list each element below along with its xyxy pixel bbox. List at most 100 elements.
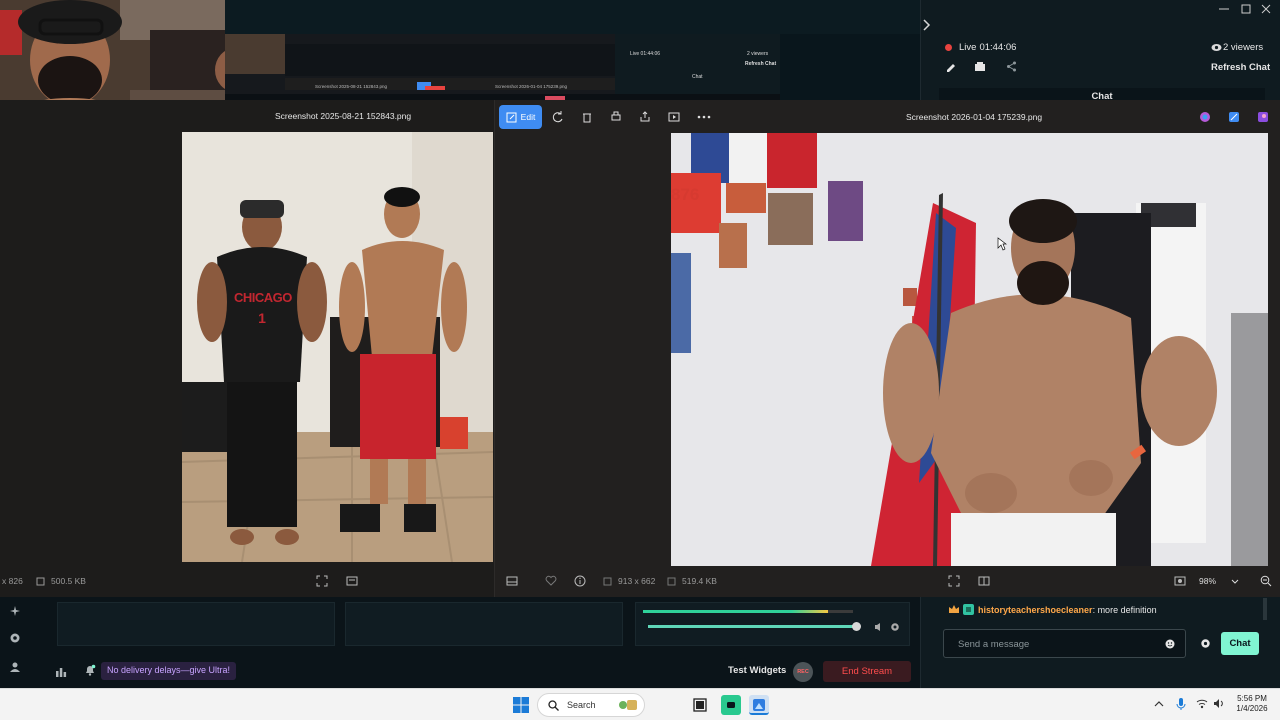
sparkle-nav-icon[interactable] bbox=[9, 605, 21, 617]
stream-info-icon[interactable] bbox=[974, 61, 986, 72]
volume-slider-handle[interactable] bbox=[852, 622, 861, 631]
chat-message: historyteachershoecleaner: more definiti… bbox=[978, 605, 1157, 615]
emoji-icon[interactable] bbox=[1165, 639, 1175, 649]
title-bar bbox=[225, 0, 920, 34]
more-options-icon[interactable] bbox=[691, 105, 717, 129]
audio-settings-icon[interactable] bbox=[890, 622, 900, 632]
chat-text: : more definition bbox=[1092, 605, 1157, 615]
nested-chat: Chat bbox=[692, 74, 703, 80]
share-photo-icon[interactable] bbox=[632, 105, 658, 129]
test-widgets-button[interactable]: Test Widgets bbox=[728, 665, 786, 676]
left-viewer-title: Screenshot 2025-08-21 152843.png bbox=[275, 111, 412, 121]
edit-label: Edit bbox=[520, 112, 536, 122]
chat-input[interactable]: Send a message bbox=[943, 629, 1186, 658]
file-size-icon bbox=[36, 577, 45, 585]
right-size: 519.4 KB bbox=[682, 576, 717, 586]
crown-badge-icon bbox=[948, 604, 960, 614]
photos-app-icon[interactable] bbox=[749, 695, 769, 715]
left-file-size: 500.5 KB bbox=[36, 576, 86, 586]
chevron-down-icon bbox=[1231, 579, 1239, 584]
volume-slider[interactable] bbox=[648, 625, 858, 628]
search-icon bbox=[548, 699, 559, 711]
poster-text: 876 bbox=[671, 185, 700, 204]
edit-button[interactable]: Edit bbox=[499, 105, 542, 129]
volume-icon[interactable] bbox=[1213, 698, 1225, 709]
right-dimensions: 913 x 662 bbox=[618, 576, 656, 586]
start-button-icon[interactable] bbox=[513, 697, 529, 713]
file-size-icon bbox=[667, 577, 676, 585]
streamlabs-app-icon[interactable] bbox=[721, 695, 741, 715]
nested-live-text: Live 01:44:06 bbox=[630, 51, 661, 57]
clipchamp-icon[interactable] bbox=[1257, 111, 1269, 123]
photo-flexing-man: 876 bbox=[671, 133, 1268, 566]
zoom-value: 98% bbox=[1199, 576, 1217, 586]
live-dot-icon bbox=[945, 44, 952, 51]
edit-pencil-icon[interactable] bbox=[945, 61, 956, 72]
profile-icon[interactable] bbox=[9, 661, 21, 673]
edit-icon bbox=[506, 112, 517, 122]
search-highlight-icon bbox=[619, 700, 637, 710]
chat-badge-icon bbox=[963, 604, 974, 615]
right-dimensions-item: 913 x 662 bbox=[603, 576, 655, 586]
photos-viewer-left: Screenshot 2025-08-21 152843.png CHICAGO… bbox=[0, 100, 500, 597]
designer-icon[interactable] bbox=[1228, 111, 1240, 123]
right-viewer-footer: 913 x 662 519.4 KB 98% bbox=[495, 565, 1280, 597]
collapse-arrow-icon[interactable] bbox=[921, 18, 933, 32]
chat-send-button[interactable]: Chat bbox=[1221, 632, 1259, 655]
audio-mixer-panel bbox=[635, 602, 910, 646]
windows-taskbar: Search 5:56 PM 1/4/2026 bbox=[0, 688, 1280, 720]
nested-viewers: 2 viewers bbox=[747, 51, 769, 57]
left-dimensions: x 826 bbox=[2, 576, 23, 586]
ultra-promo-banner[interactable]: No delivery delays—give Ultra! bbox=[101, 662, 237, 680]
end-stream-button[interactable]: End Stream bbox=[823, 661, 911, 682]
slideshow-icon[interactable] bbox=[661, 105, 687, 129]
jersey-text: CHICAGO bbox=[234, 290, 292, 305]
settings-gear-icon[interactable] bbox=[9, 632, 21, 644]
zoom-dropdown[interactable]: 98% bbox=[1193, 572, 1245, 590]
microphone-icon[interactable] bbox=[1176, 697, 1186, 711]
tray-chevron-icon[interactable] bbox=[1154, 700, 1164, 708]
delete-icon[interactable] bbox=[574, 105, 600, 129]
zoom-out-icon[interactable] bbox=[1260, 575, 1272, 587]
jersey-number: 1 bbox=[258, 310, 266, 326]
photos-viewer-right: Edit Screenshot 2026-01-04 175239.png 87… bbox=[494, 100, 1280, 597]
close-icon[interactable] bbox=[1259, 2, 1273, 16]
info-icon[interactable] bbox=[574, 575, 586, 587]
scenes-panel bbox=[57, 602, 335, 646]
nested-title-right: Screenshot 2026-01-04 175239.png bbox=[495, 84, 568, 89]
filmstrip-toggle-icon[interactable] bbox=[506, 575, 518, 587]
task-view-icon[interactable] bbox=[690, 695, 710, 715]
left-viewer-footer: x 826 500.5 KB bbox=[0, 565, 500, 597]
refresh-chat-button[interactable]: Refresh Chat bbox=[1211, 62, 1270, 73]
favorite-heart-icon[interactable] bbox=[545, 575, 557, 586]
print-icon[interactable] bbox=[603, 105, 629, 129]
minimize-icon[interactable] bbox=[1217, 2, 1231, 16]
wifi-icon[interactable] bbox=[1196, 698, 1208, 709]
rec-button[interactable]: REC bbox=[793, 662, 813, 682]
chat-settings-icon[interactable] bbox=[1200, 638, 1211, 649]
taskbar-search-text: Search bbox=[567, 700, 596, 710]
actual-size-icon[interactable] bbox=[1174, 575, 1186, 587]
chat-scrollbar[interactable] bbox=[1263, 598, 1267, 620]
fit-screen-icon[interactable] bbox=[316, 575, 328, 587]
taskbar-search[interactable]: Search bbox=[537, 693, 645, 717]
filmstrip-icon[interactable] bbox=[346, 575, 358, 587]
left-size-text: 500.5 KB bbox=[51, 576, 86, 586]
stats-bars-icon[interactable] bbox=[55, 666, 67, 677]
notification-bell-icon[interactable] bbox=[84, 664, 96, 676]
sources-panel bbox=[345, 602, 623, 646]
live-label: Live bbox=[959, 42, 977, 53]
fit-screen-icon[interactable] bbox=[948, 575, 960, 587]
maximize-icon[interactable] bbox=[1239, 2, 1253, 16]
rotate-icon[interactable] bbox=[545, 105, 571, 129]
clock[interactable]: 5:56 PM 1/4/2026 bbox=[1232, 694, 1272, 714]
speaker-icon[interactable] bbox=[874, 622, 885, 632]
nested-stream-preview: Live 01:44:06 2 viewers Refresh Chat Cha… bbox=[225, 34, 780, 100]
photo-two-men: CHICAGO 1 bbox=[182, 132, 493, 562]
nested-title-left: Screenshot 2025-08-21 152843.png bbox=[315, 84, 388, 89]
chat-input-placeholder: Send a message bbox=[958, 639, 1030, 650]
share-icon[interactable] bbox=[1006, 61, 1017, 72]
chat-username[interactable]: historyteachershoecleaner bbox=[978, 605, 1093, 615]
copilot-icon[interactable] bbox=[1199, 111, 1211, 123]
compare-icon[interactable] bbox=[978, 575, 990, 587]
